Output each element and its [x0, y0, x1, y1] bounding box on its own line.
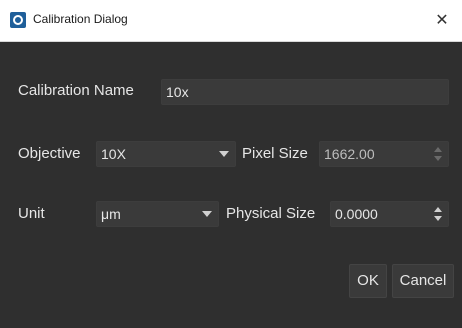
window-title: Calibration Dialog: [33, 12, 128, 26]
chevron-down-icon: [219, 151, 229, 157]
cancel-button[interactable]: Cancel: [392, 264, 454, 298]
ok-button[interactable]: OK: [349, 264, 387, 298]
unit-label: Unit: [18, 205, 45, 222]
objective-label: Objective: [18, 145, 81, 162]
physical-size-label: Physical Size: [226, 205, 316, 222]
calibration-name-label: Calibration Name: [18, 82, 134, 99]
unit-select[interactable]: μm: [96, 201, 219, 227]
pixel-size-spinbox[interactable]: 1662.00: [319, 141, 449, 167]
calibration-dialog: Calibration Dialog ✕ Calibration Name 10…: [0, 0, 462, 328]
chevron-down-icon: [202, 211, 212, 217]
objective-select[interactable]: 10X: [96, 141, 236, 167]
spin-down-icon[interactable]: [434, 216, 442, 221]
app-logo-icon: [10, 12, 26, 28]
spin-up-icon[interactable]: [434, 147, 442, 152]
pixel-size-label: Pixel Size: [242, 145, 308, 162]
objective-value: 10X: [101, 146, 126, 162]
spin-down-icon[interactable]: [434, 156, 442, 161]
app-logo-ring: [13, 15, 23, 25]
unit-value: μm: [101, 206, 121, 222]
close-icon[interactable]: ✕: [432, 10, 452, 30]
physical-size-value: 0.0000: [335, 206, 378, 222]
title-bar: Calibration Dialog ✕: [0, 0, 462, 42]
physical-size-spinbox[interactable]: 0.0000: [330, 201, 449, 227]
pixel-size-value: 1662.00: [324, 146, 375, 162]
spin-up-icon[interactable]: [434, 207, 442, 212]
calibration-name-input[interactable]: 10x: [161, 79, 449, 105]
